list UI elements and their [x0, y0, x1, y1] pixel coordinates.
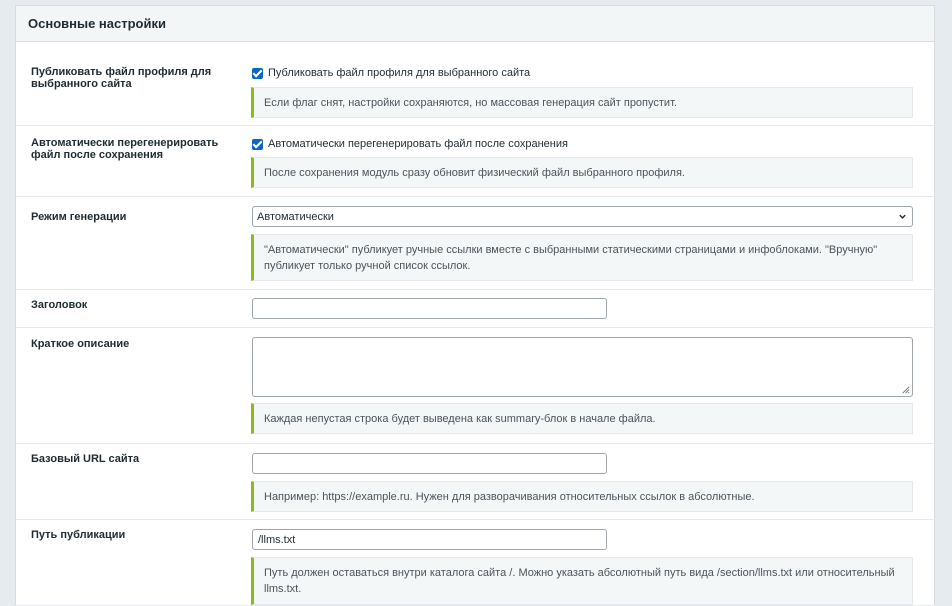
path-hint: Путь должен оставаться внутри каталога с…: [251, 557, 913, 605]
resize-grip-icon[interactable]: [901, 385, 910, 394]
base-url-hint: Например: https://example.ru. Нужен для …: [251, 481, 913, 512]
regenerate-label: Автоматически перегенерировать файл посл…: [31, 137, 219, 161]
row-mode: Режим генерации Автоматически "Автоматич…: [16, 197, 936, 290]
panel-title: Основные настройки: [16, 6, 934, 42]
mode-select[interactable]: Автоматически: [252, 206, 913, 227]
mode-select-value: Автоматически: [257, 210, 334, 223]
regenerate-hint: После сохранения модуль сразу обновит фи…: [251, 157, 913, 188]
row-publish: Публиковать файл профиля для выбранного …: [16, 42, 936, 126]
checkbox-checked-icon[interactable]: [252, 67, 263, 79]
path-input[interactable]: /llms.txt: [252, 529, 607, 550]
mode-label: Режим генерации: [31, 211, 127, 223]
base-url-input[interactable]: [252, 453, 607, 474]
settings-panel: Основные настройки Публиковать файл проф…: [15, 5, 936, 606]
description-label: Краткое описание: [31, 338, 130, 350]
row-regenerate: Автоматически перегенерировать файл посл…: [16, 126, 936, 197]
chevron-down-icon: [899, 214, 906, 219]
publish-label: Публиковать файл профиля для выбранного …: [31, 66, 212, 90]
publish-hint: Если флаг снят, настройки сохраняются, н…: [251, 87, 913, 118]
row-path: Путь публикации /llms.txt Путь должен ос…: [16, 520, 936, 606]
row-description: Краткое описание Каждая непустая строка …: [16, 328, 936, 444]
base-url-label: Базовый URL сайта: [31, 453, 140, 465]
title-label: Заголовок: [31, 299, 88, 311]
description-textarea[interactable]: [252, 337, 913, 397]
publish-checkbox[interactable]: Публиковать файл профиля для выбранного …: [252, 67, 530, 79]
regenerate-checkbox-label[interactable]: Автоматически перегенерировать файл посл…: [268, 138, 568, 150]
mode-hint: "Автоматически" публикует ручные ссылки …: [251, 234, 913, 281]
regenerate-checkbox[interactable]: Автоматически перегенерировать файл посл…: [252, 138, 568, 150]
row-title: Заголовок: [16, 290, 936, 328]
publish-checkbox-label[interactable]: Публиковать файл профиля для выбранного …: [268, 67, 530, 79]
title-input[interactable]: [252, 298, 607, 319]
row-base-url: Базовый URL сайта Например: https://exam…: [16, 444, 936, 520]
description-hint: Каждая непустая строка будет выведена ка…: [251, 403, 913, 434]
path-label: Путь публикации: [31, 529, 126, 541]
checkbox-checked-icon[interactable]: [252, 138, 263, 150]
